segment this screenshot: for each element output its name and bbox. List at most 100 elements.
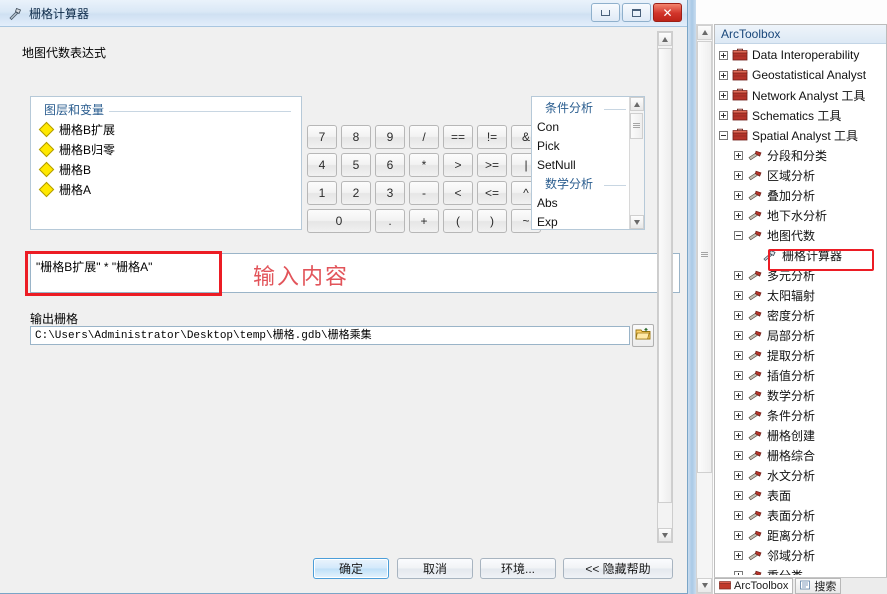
key-less-equal[interactable]: <= — [477, 181, 507, 205]
tree-item-25[interactable]: 邻域分析 — [715, 545, 886, 565]
scrollbar-thumb[interactable] — [630, 113, 643, 139]
expand-icon[interactable] — [719, 90, 728, 100]
tree-item-7[interactable]: 叠加分析 — [715, 185, 886, 205]
tree-item-15[interactable]: 提取分析 — [715, 345, 886, 365]
dialog-scrollbar[interactable] — [657, 31, 673, 543]
expand-icon[interactable] — [734, 150, 743, 160]
tree-item-11[interactable]: 多元分析 — [715, 265, 886, 285]
window-splitter[interactable] — [688, 0, 696, 594]
tree-item-5[interactable]: 分段和分类 — [715, 145, 886, 165]
key-right-paren[interactable]: ) — [477, 209, 507, 233]
tree-item-23[interactable]: 表面分析 — [715, 505, 886, 525]
key-not-equal[interactable]: != — [477, 125, 507, 149]
key-divide[interactable]: / — [409, 125, 439, 149]
expand-icon[interactable] — [734, 370, 743, 380]
tree-item-20[interactable]: 栅格综合 — [715, 445, 886, 465]
tree-item-2[interactable]: Network Analyst 工具 — [715, 85, 886, 105]
tab-search[interactable]: 搜索 — [795, 578, 842, 594]
expand-icon[interactable] — [734, 210, 743, 220]
collapse-icon[interactable] — [734, 230, 743, 240]
expand-icon[interactable] — [734, 450, 743, 460]
tree-item-24[interactable]: 距离分析 — [715, 525, 886, 545]
key-multiply[interactable]: * — [409, 153, 439, 177]
key-plus[interactable]: + — [409, 209, 439, 233]
scroll-down-icon[interactable] — [630, 215, 644, 229]
tree-item-13[interactable]: 密度分析 — [715, 305, 886, 325]
key-greater-than[interactable]: > — [443, 153, 473, 177]
key-less-than[interactable]: < — [443, 181, 473, 205]
tree-item-10[interactable]: 栅格计算器 — [715, 245, 886, 265]
tree-item-9[interactable]: 地图代数 — [715, 225, 886, 245]
key-7[interactable]: 7 — [307, 125, 337, 149]
tool-item-con[interactable]: Con — [532, 118, 628, 137]
tool-item-exp[interactable]: Exp — [532, 213, 628, 232]
key-4[interactable]: 4 — [307, 153, 337, 177]
key-left-paren[interactable]: ( — [443, 209, 473, 233]
expand-icon[interactable] — [734, 330, 743, 340]
dialog-titlebar[interactable]: 栅格计算器 ✕ — [0, 0, 687, 27]
expand-icon[interactable] — [719, 110, 728, 120]
key-equal-equal[interactable]: == — [443, 125, 473, 149]
tree-item-26[interactable]: 重分类 — [715, 565, 886, 575]
expand-icon[interactable] — [719, 50, 728, 60]
scroll-down-icon[interactable] — [658, 528, 672, 542]
tree-item-22[interactable]: 表面 — [715, 485, 886, 505]
key-3[interactable]: 3 — [375, 181, 405, 205]
expand-icon[interactable] — [734, 190, 743, 200]
key-9[interactable]: 9 — [375, 125, 405, 149]
list-item[interactable]: 栅格A — [38, 179, 297, 199]
maximize-button[interactable] — [622, 3, 651, 22]
key-minus[interactable]: - — [409, 181, 439, 205]
key-5[interactable]: 5 — [341, 153, 371, 177]
expand-icon[interactable] — [734, 530, 743, 540]
expand-icon[interactable] — [734, 350, 743, 360]
tree-item-3[interactable]: Schematics 工具 — [715, 105, 886, 125]
expand-icon[interactable] — [734, 170, 743, 180]
output-raster-input[interactable]: C:\Users\Administrator\Desktop\temp\栅格.g… — [30, 326, 630, 345]
scrollbar-thumb[interactable] — [697, 41, 712, 473]
expand-icon[interactable] — [734, 430, 743, 440]
tool-item-abs[interactable]: Abs — [532, 194, 628, 213]
scrollbar-thumb[interactable] — [658, 48, 672, 503]
tools-list-panel[interactable]: 条件分析 Con Pick SetNull 数学分析 Abs Exp — [531, 96, 645, 230]
key-0[interactable]: 0 — [307, 209, 371, 233]
scroll-up-icon[interactable] — [697, 25, 712, 40]
expand-icon[interactable] — [734, 310, 743, 320]
tree-item-19[interactable]: 栅格创建 — [715, 425, 886, 445]
tree-item-1[interactable]: Geostatistical Analyst — [715, 65, 886, 85]
expand-icon[interactable] — [734, 270, 743, 280]
list-item[interactable]: 栅格B归零 — [38, 139, 297, 159]
expand-icon[interactable] — [719, 70, 728, 80]
tree-item-14[interactable]: 局部分析 — [715, 325, 886, 345]
key-6[interactable]: 6 — [375, 153, 405, 177]
cancel-button[interactable]: 取消 — [397, 558, 473, 579]
expand-icon[interactable] — [734, 410, 743, 420]
expand-icon[interactable] — [734, 490, 743, 500]
scroll-up-icon[interactable] — [630, 97, 644, 111]
tree-item-12[interactable]: 太阳辐射 — [715, 285, 886, 305]
minimize-button[interactable] — [591, 3, 620, 22]
tool-item-pick[interactable]: Pick — [532, 137, 628, 156]
expand-icon[interactable] — [734, 290, 743, 300]
tree-item-21[interactable]: 水文分析 — [715, 465, 886, 485]
key-greater-equal[interactable]: >= — [477, 153, 507, 177]
tree-item-8[interactable]: 地下水分析 — [715, 205, 886, 225]
tree-item-18[interactable]: 条件分析 — [715, 405, 886, 425]
expand-icon[interactable] — [734, 570, 743, 575]
key-2[interactable]: 2 — [341, 181, 371, 205]
tree-item-0[interactable]: Data Interoperability — [715, 45, 886, 65]
browse-folder-button[interactable] — [632, 324, 654, 347]
tools-list-scrollbar[interactable] — [629, 97, 644, 229]
layers-and-variables-panel[interactable]: 图层和变量 栅格B扩展 栅格B归零 栅格B 栅格A — [30, 96, 302, 230]
tree-item-16[interactable]: 插值分析 — [715, 365, 886, 385]
expand-icon[interactable] — [734, 470, 743, 480]
ok-button[interactable]: 确定 — [313, 558, 389, 579]
toolbox-scrollbar[interactable] — [696, 24, 713, 594]
tab-arctoolbox[interactable]: ArcToolbox — [714, 578, 794, 594]
key-1[interactable]: 1 — [307, 181, 337, 205]
scroll-down-icon[interactable] — [697, 578, 712, 593]
tree-item-6[interactable]: 区域分析 — [715, 165, 886, 185]
expand-icon[interactable] — [734, 510, 743, 520]
tool-item-setnull[interactable]: SetNull — [532, 156, 628, 175]
tree-item-4[interactable]: Spatial Analyst 工具 — [715, 125, 886, 145]
